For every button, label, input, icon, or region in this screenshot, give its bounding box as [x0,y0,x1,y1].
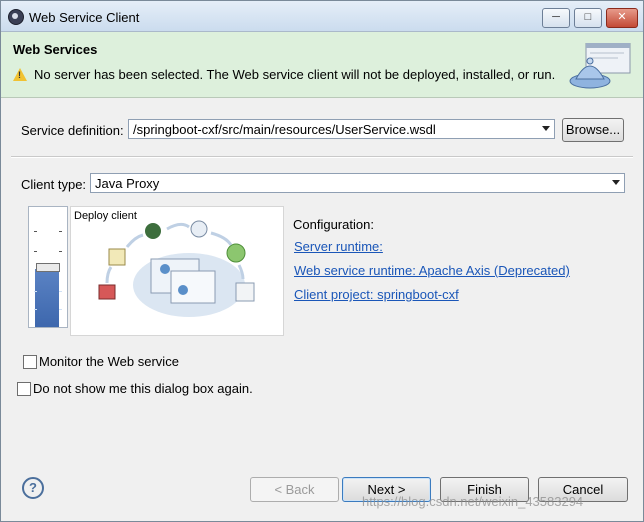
do-not-show-label: Do not show me this dialog box again. [33,381,253,396]
slider-tick [59,291,62,292]
warning-icon: ! [13,68,27,81]
client-type-select[interactable]: Java Proxy [90,173,625,193]
chevron-down-icon[interactable] [542,126,550,131]
deploy-cycle-icon [98,220,255,317]
do-not-show-checkbox[interactable] [17,382,31,396]
slider-tick [34,309,37,310]
chevron-down-icon[interactable] [612,180,620,185]
slider-tick [59,251,62,252]
wizard-body: Service definition: /springboot-cxf/src/… [1,98,643,460]
page-title: Web Services [13,42,98,57]
client-project-link[interactable]: Client project: springboot-cxf [294,287,459,302]
web-service-runtime-link[interactable]: Web service runtime: Apache Axis (Deprec… [294,263,570,278]
client-type-label: Client type: [21,177,87,192]
maximize-button[interactable]: □ [574,8,602,28]
server-runtime-link[interactable]: Server runtime: [294,239,383,254]
slider-thumb[interactable] [36,263,60,272]
separator [11,156,633,158]
monitor-label: Monitor the Web service [39,354,179,369]
slider-fill [35,269,59,327]
service-definition-combo[interactable]: /springboot-cxf/src/main/resources/UserS… [128,119,555,139]
eclipse-app-icon [8,9,24,25]
client-type-value: Java Proxy [95,176,160,191]
button-bar: ? < Back Next > Finish Cancel [1,461,643,521]
browse-button[interactable]: Browse... [562,118,624,142]
monitor-checkbox[interactable] [23,355,37,369]
service-definition-value: /springboot-cxf/src/main/resources/UserS… [133,122,436,137]
warning-message: No server has been selected. The Web ser… [34,67,556,82]
watermark-text: https://blog.csdn.net/weixin_43583294 [362,494,584,509]
slider-tick [34,231,37,232]
slider-tick [59,231,62,232]
window-title: Web Service Client [29,10,140,25]
back-button[interactable]: < Back [250,477,339,502]
wizard-header: Web Services ! No server has been select… [1,32,643,98]
client-level-slider[interactable] [28,206,68,328]
service-definition-label: Service definition: [21,123,124,138]
help-icon[interactable]: ? [22,477,44,499]
deploy-diagram: Deploy client [70,206,284,336]
slider-tick [34,291,37,292]
web-service-banner-icon [569,43,631,89]
slider-tick [59,309,62,310]
title-bar[interactable]: Web Service Client ─ □ ✕ [1,1,643,32]
minimize-button[interactable]: ─ [542,8,570,28]
configuration-title: Configuration: [293,217,374,232]
close-button[interactable]: ✕ [606,8,638,28]
slider-tick [34,251,37,252]
dialog-window: Web Service Client ─ □ ✕ Web Services ! … [0,0,644,522]
